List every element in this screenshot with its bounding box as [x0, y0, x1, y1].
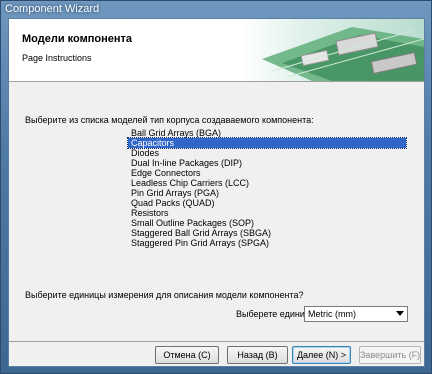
list-item[interactable]: Ball Grid Arrays (BGA): [128, 128, 406, 138]
pcb-banner-image: [242, 19, 424, 81]
units-label: Выберете единицы: [236, 309, 304, 319]
list-item[interactable]: Capacitors: [127, 137, 407, 149]
list-item[interactable]: Leadless Chip Carriers (LCC): [128, 178, 406, 188]
package-type-list[interactable]: Ball Grid Arrays (BGA) Capacitors Diodes Du…: [127, 128, 418, 276]
units-select[interactable]: Metric (mm): [304, 306, 408, 322]
list-item[interactable]: Quad Packs (QUAD): [128, 198, 406, 208]
wizard-client-area: Модели компонента Page Instructions Выбе…: [8, 18, 425, 367]
list-item[interactable]: Pin Grid Arrays (PGA): [128, 188, 406, 198]
list-item[interactable]: Resistors: [128, 208, 406, 218]
next-button[interactable]: Далее (N) >: [292, 346, 351, 364]
list-item[interactable]: Staggered Pin Grid Arrays (SPGA): [128, 238, 406, 248]
list-item[interactable]: Dual In-line Packages (DIP): [128, 158, 406, 168]
window-title: Component Wizard: [5, 3, 100, 15]
title-bar[interactable]: Component Wizard: [1, 1, 431, 18]
chevron-down-icon[interactable]: [396, 311, 404, 316]
back-button[interactable]: Назад (В): [227, 346, 288, 364]
list-item[interactable]: Edge Connectors: [128, 168, 406, 178]
footer-divider: [9, 341, 424, 342]
list-item[interactable]: Diodes: [128, 148, 406, 158]
list-item[interactable]: Staggered Ball Grid Arrays (SBGA): [128, 228, 406, 238]
header-divider: [9, 81, 424, 82]
package-type-instruction: Выберите из списка моделей тип корпуса с…: [25, 115, 314, 125]
page-title: Модели компонента: [22, 33, 132, 45]
units-select-value: Metric (mm): [308, 309, 356, 319]
wizard-window: Component Wizard Модели компонента Page …: [0, 0, 432, 374]
units-prompt: Выберите единицы измерения для описания …: [25, 290, 304, 300]
wizard-header: Модели компонента Page Instructions: [9, 19, 424, 81]
list-item[interactable]: Small Outline Packages (SOP): [128, 218, 406, 228]
page-subtitle: Page Instructions: [22, 53, 92, 63]
cancel-button[interactable]: Отмена (С): [155, 346, 219, 364]
finish-button[interactable]: Завершить (F): [359, 346, 421, 364]
